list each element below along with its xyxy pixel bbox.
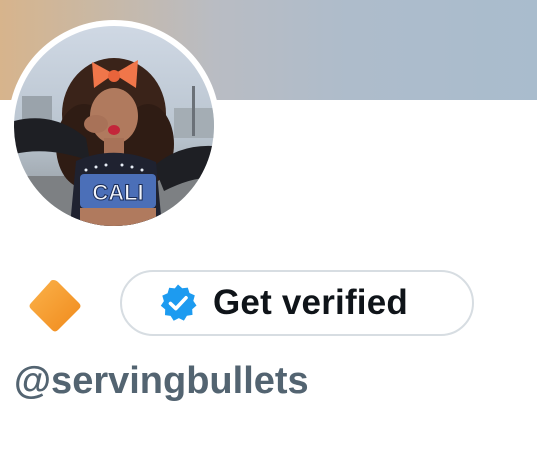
verified-badge-icon [158, 283, 198, 323]
get-verified-label: Get verified [213, 283, 408, 322]
avatar-photo: CALI [14, 26, 214, 226]
shirt-text: CALI [92, 180, 143, 205]
profile-handle: @servingbullets [14, 360, 309, 402]
avatar[interactable]: CALI [14, 26, 214, 226]
get-verified-button[interactable]: Get verified [120, 270, 474, 336]
orange-diamond-icon [22, 278, 84, 334]
avatar-container[interactable]: CALI [8, 20, 220, 232]
